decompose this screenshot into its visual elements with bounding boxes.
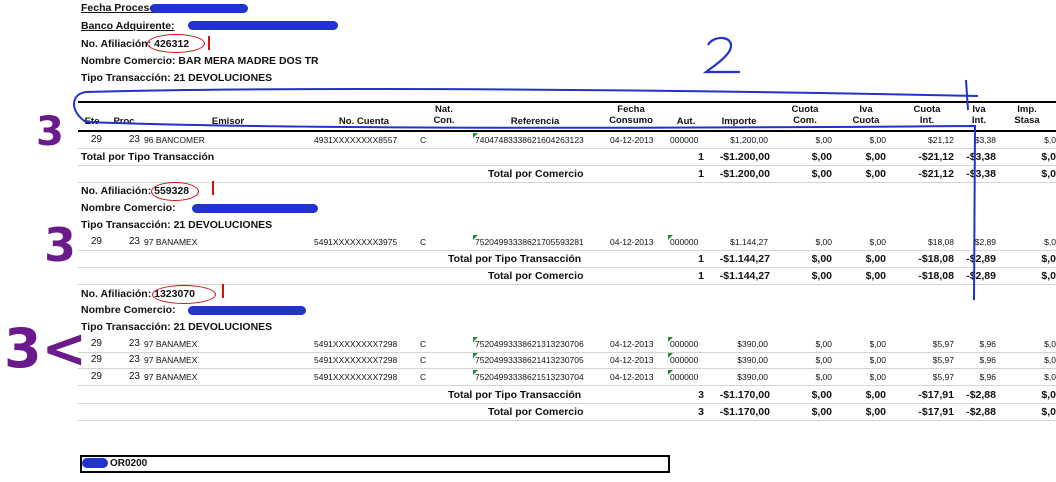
annotation-bracket-curve (73, 88, 979, 301)
annotation-number-three: 3 (44, 218, 77, 272)
annotation-layer (73, 36, 979, 301)
annotation-number-three: 3 (36, 109, 64, 155)
report-sheet: Fecha Proceso: Banco Adquirente: No. Afi… (0, 0, 1056, 482)
annotation-number-three-arrow: 3< (4, 317, 87, 380)
annotation-bracket-corner (965, 79, 969, 111)
annotation-number-two (702, 36, 740, 74)
